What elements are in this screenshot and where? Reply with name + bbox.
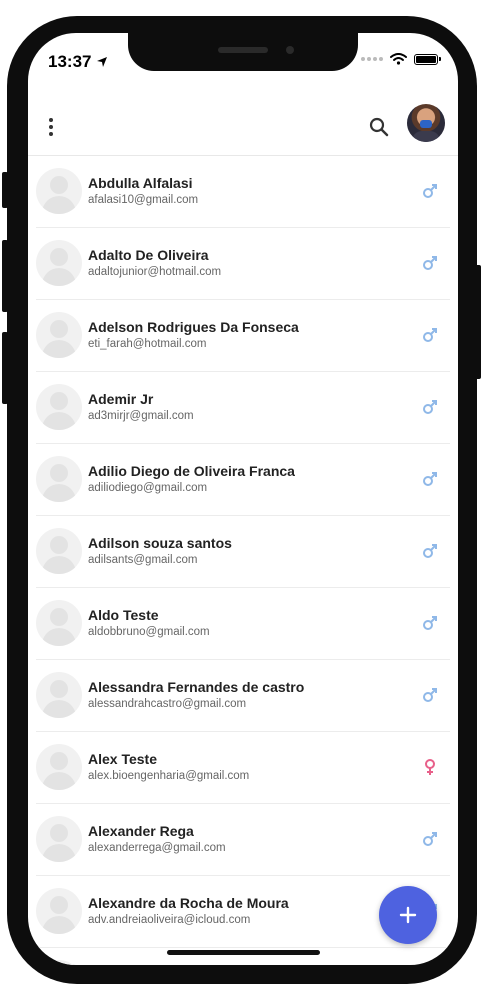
contact-row[interactable]: Alex Teste alex.bioengenharia@gmail.com bbox=[36, 732, 450, 804]
contact-name: Alex Teste bbox=[88, 751, 157, 767]
battery-icon bbox=[414, 53, 441, 65]
more-vert-icon[interactable] bbox=[40, 109, 62, 145]
male-icon bbox=[422, 542, 438, 560]
contact-avatar bbox=[36, 240, 82, 286]
wifi-icon bbox=[390, 53, 407, 65]
contact-name: Alessandra Fernandes de castro bbox=[88, 679, 305, 695]
app-bar bbox=[28, 101, 458, 157]
male-icon bbox=[422, 470, 438, 488]
notch bbox=[128, 33, 358, 71]
contact-name: Adalto De Oliveira bbox=[88, 247, 209, 263]
contact-name: Aldo Teste bbox=[88, 607, 159, 623]
male-icon bbox=[422, 182, 438, 200]
home-indicator bbox=[167, 950, 320, 955]
contact-row[interactable]: Ademir Jr ad3mirjr@gmail.com bbox=[36, 372, 450, 444]
contact-email: afalasi10@gmail.com bbox=[88, 194, 199, 206]
contact-name: Abdulla Alfalasi bbox=[88, 175, 193, 191]
volume-up-button bbox=[2, 240, 8, 312]
contact-row[interactable]: Adalto De Oliveira adaltojunior@hotmail.c… bbox=[36, 228, 450, 300]
contact-avatar bbox=[36, 816, 82, 862]
contact-avatar bbox=[36, 168, 82, 214]
contact-email: alexanderrega@gmail.com bbox=[88, 842, 226, 854]
male-icon bbox=[422, 830, 438, 848]
female-icon bbox=[422, 758, 438, 776]
contact-name: Adelson Rodrigues Da Fonseca bbox=[88, 319, 299, 335]
plus-icon bbox=[399, 906, 417, 924]
app-screen: 13:37 Abdulla Alfalasi afalasi10@gmail.co… bbox=[28, 33, 458, 965]
status-time: 13:37 bbox=[48, 52, 108, 72]
power-button bbox=[475, 265, 481, 379]
contact-list: Abdulla Alfalasi afalasi10@gmail.com Adalt… bbox=[28, 156, 458, 965]
contact-name: Adilson souza santos bbox=[88, 535, 232, 551]
contact-email: aldobbruno@gmail.com bbox=[88, 626, 210, 638]
contact-row[interactable]: Adilio Diego de Oliveira Franca adiliodie… bbox=[36, 444, 450, 516]
contact-email: adaltojunior@hotmail.com bbox=[88, 266, 222, 278]
male-icon bbox=[422, 254, 438, 272]
contact-email: alex.bioengenharia@gmail.com bbox=[88, 770, 250, 782]
contact-avatar bbox=[36, 528, 82, 574]
contact-avatar bbox=[36, 600, 82, 646]
male-icon bbox=[422, 686, 438, 704]
contact-email: adv.andreiaoliveira@icloud.com bbox=[88, 914, 251, 926]
cellular-signal-icon bbox=[361, 57, 383, 61]
contact-avatar bbox=[36, 456, 82, 502]
volume-down-button bbox=[2, 332, 8, 404]
contact-avatar bbox=[36, 744, 82, 790]
contact-avatar bbox=[36, 312, 82, 358]
search-icon[interactable] bbox=[364, 109, 394, 145]
contact-email: alessandrahcastro@gmail.com bbox=[88, 698, 247, 710]
contact-name: Adilio Diego de Oliveira Franca bbox=[88, 463, 295, 479]
contact-name: Alexander Rega bbox=[88, 823, 194, 839]
contact-row[interactable]: Abdulla Alfalasi afalasi10@gmail.com bbox=[36, 156, 450, 228]
contact-row[interactable]: Adelson Rodrigues Da Fonseca eti_farah@ho… bbox=[36, 300, 450, 372]
contact-row[interactable]: Adilson souza santos adilsants@gmail.com bbox=[36, 516, 450, 588]
location-arrow-icon bbox=[97, 57, 108, 67]
contact-name: Ademir Jr bbox=[88, 391, 154, 407]
contact-avatar bbox=[36, 384, 82, 430]
contact-row[interactable]: Alessandra Fernandes de castro alessandra… bbox=[36, 660, 450, 732]
contact-row[interactable]: Alexander Rega alexanderrega@gmail.com bbox=[36, 804, 450, 876]
male-icon bbox=[422, 398, 438, 416]
speaker bbox=[218, 47, 268, 53]
contact-row[interactable]: Aldo Teste aldobbruno@gmail.com bbox=[36, 588, 450, 660]
contact-email: adiliodiego@gmail.com bbox=[88, 482, 208, 494]
status-indicators bbox=[361, 53, 441, 65]
contact-email: eti_farah@hotmail.com bbox=[88, 338, 207, 350]
contact-avatar bbox=[36, 672, 82, 718]
contact-avatar bbox=[36, 888, 82, 934]
contact-email: ad3mirjr@gmail.com bbox=[88, 410, 194, 422]
contact-name: Alexandre da Rocha de Moura bbox=[88, 895, 289, 911]
add-contact-button[interactable] bbox=[379, 886, 437, 944]
male-icon bbox=[422, 614, 438, 632]
male-icon bbox=[422, 326, 438, 344]
contact-email: adilsants@gmail.com bbox=[88, 554, 198, 566]
user-avatar[interactable] bbox=[407, 104, 445, 142]
contact-avatar bbox=[36, 960, 82, 965]
front-camera bbox=[286, 46, 294, 54]
status-time-text: 13:37 bbox=[48, 52, 92, 71]
mute-switch bbox=[2, 172, 8, 208]
